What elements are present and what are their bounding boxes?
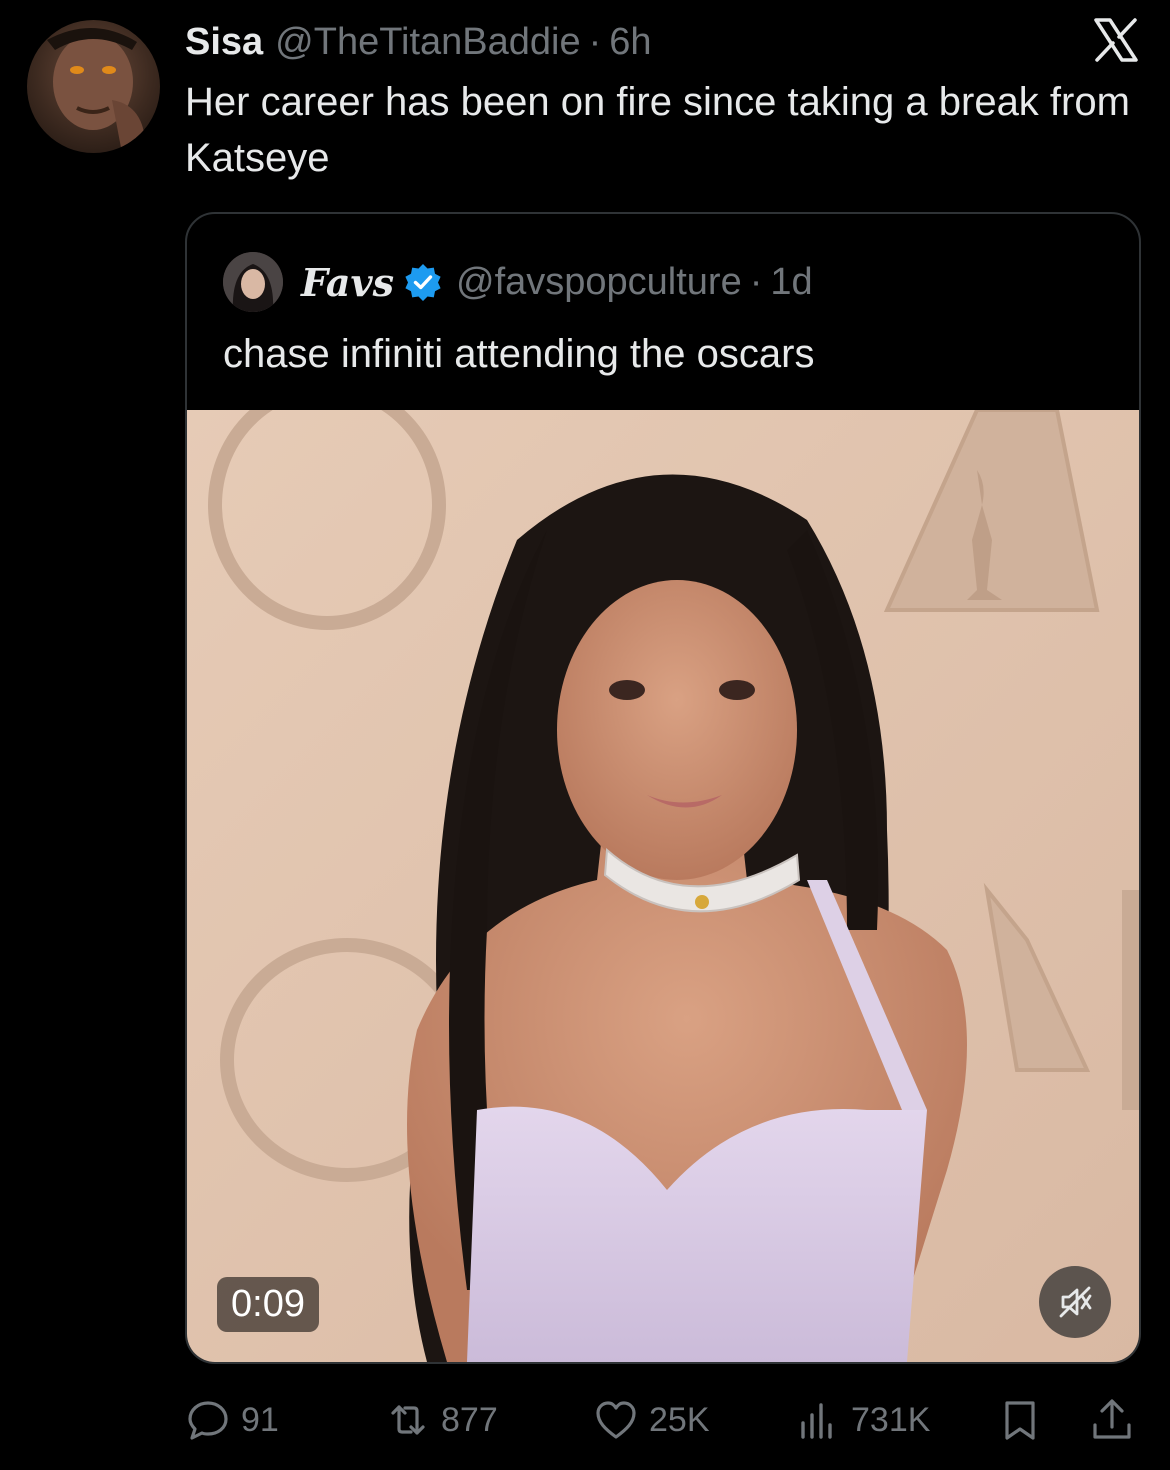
tweet-text: Her career has been on fire since taking…: [185, 80, 1130, 180]
tweet-actions: 91 877 25K 731K: [185, 1390, 1145, 1450]
tweet-header: Sisa @TheTitanBaddie · 6h: [185, 14, 1140, 70]
repost-count: 877: [441, 1400, 498, 1439]
mute-icon: [1059, 1286, 1092, 1318]
header-separator: ·: [588, 20, 602, 63]
bookmark-icon: [1005, 1401, 1035, 1440]
like-button[interactable]: 25K: [593, 1390, 710, 1450]
bookmark-button[interactable]: [997, 1390, 1053, 1450]
quote-header: Favs @favspopculture · 1d: [223, 252, 813, 312]
repost-button[interactable]: 877: [385, 1390, 498, 1450]
quote-header-separator: ·: [749, 260, 763, 303]
share-button[interactable]: [1089, 1390, 1145, 1450]
views-icon: [801, 1403, 832, 1439]
share-icon: [1093, 1399, 1131, 1439]
quote-text: chase infiniti attending the oscars: [223, 332, 815, 376]
author-handle[interactable]: @TheTitanBaddie: [275, 21, 580, 64]
video-frame: [187, 410, 1139, 1362]
like-count: 25K: [649, 1400, 710, 1439]
quote-author-avatar[interactable]: [223, 252, 283, 312]
like-icon: [596, 1401, 636, 1439]
views-count: 731K: [851, 1400, 931, 1439]
repost-icon: [391, 1405, 425, 1435]
x-logo-icon: [1094, 18, 1138, 62]
quote-time[interactable]: 1d: [770, 261, 812, 304]
video-player[interactable]: 0:09: [187, 410, 1139, 1362]
reply-icon: [188, 1401, 228, 1440]
reply-button[interactable]: 91: [185, 1390, 279, 1450]
author-avatar[interactable]: [27, 20, 160, 153]
quote-tweet-card[interactable]: Favs @favspopculture · 1d chase infiniti…: [185, 212, 1141, 1364]
views-button[interactable]: 731K: [795, 1390, 930, 1450]
author-name[interactable]: Sisa: [185, 21, 263, 64]
mute-button[interactable]: [1039, 1266, 1111, 1338]
tweet-time[interactable]: 6h: [609, 21, 651, 64]
video-duration: 0:09: [217, 1277, 319, 1332]
verified-badge-icon: [405, 264, 441, 301]
quote-author-handle[interactable]: @favspopculture: [456, 261, 742, 304]
reply-count: 91: [241, 1400, 279, 1439]
quote-author-name[interactable]: Favs: [301, 260, 394, 305]
